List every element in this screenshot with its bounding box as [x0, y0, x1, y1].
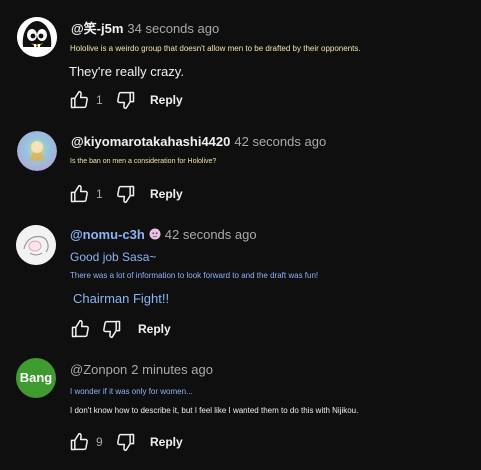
sketch-avatar-icon — [16, 225, 56, 265]
timestamp[interactable]: 42 seconds ago — [165, 227, 257, 242]
comment-text-line: Hololive is a weirdo group that doesn't … — [70, 44, 361, 53]
comment-header: @kiyomarotakahashi4420 42 seconds ago — [71, 134, 326, 149]
colorful-avatar-icon — [17, 131, 57, 171]
comment-text-line: There was a lot of information to look f… — [70, 271, 319, 280]
thumbs-down-icon[interactable] — [102, 319, 122, 339]
comment-actions: Reply — [70, 318, 171, 340]
thumbs-up-icon[interactable] — [69, 432, 89, 452]
reply-button[interactable]: Reply — [138, 322, 171, 336]
comment-header: @笑-j5m 34 seconds ago — [71, 18, 219, 37]
thumbs-up-icon[interactable] — [70, 319, 90, 339]
author-handle[interactable]: @笑-j5m — [71, 21, 123, 36]
author-handle[interactable]: @nomu-c3h — [70, 227, 145, 242]
avatar[interactable] — [17, 131, 57, 171]
like-count: 1 — [96, 93, 103, 107]
author-handle[interactable]: @Zonpon — [70, 362, 127, 377]
member-badge-icon — [149, 228, 161, 240]
like-count: 9 — [96, 435, 103, 449]
comment-actions: 9 Reply — [69, 431, 183, 453]
timestamp[interactable]: 34 seconds ago — [127, 21, 219, 36]
comment-text-line: Is the ban on men a consideration for Ho… — [70, 158, 217, 165]
timestamp[interactable]: 42 seconds ago — [234, 134, 326, 149]
reply-button[interactable]: Reply — [150, 187, 183, 201]
avatar[interactable] — [16, 225, 56, 265]
comment-text-line: Good job Sasa~ — [70, 250, 157, 264]
comment-actions: 1 Reply — [69, 89, 183, 111]
comment-header: @nomu-c3h 42 seconds ago — [70, 227, 257, 242]
thumbs-down-icon[interactable] — [116, 90, 136, 110]
comment-header: @Zonpon 2 minutes ago — [70, 362, 213, 377]
thumbs-up-icon[interactable] — [69, 184, 89, 204]
avatar[interactable] — [17, 17, 57, 57]
comment-text-line: They're really crazy. — [69, 64, 184, 79]
penguin-avatar-icon — [17, 17, 57, 57]
avatar-text: Bang — [19, 370, 53, 385]
thumbs-down-icon[interactable] — [116, 184, 136, 204]
reply-button[interactable]: Reply — [150, 93, 183, 107]
thumbs-down-icon[interactable] — [116, 432, 136, 452]
timestamp[interactable]: 2 minutes ago — [131, 362, 213, 377]
comment-actions: 1 Reply — [69, 183, 183, 205]
comment-text-line: I wonder if it was only for women... — [70, 387, 193, 396]
author-handle[interactable]: @kiyomarotakahashi4420 — [71, 134, 230, 149]
thumbs-up-icon[interactable] — [69, 90, 89, 110]
like-count: 1 — [96, 187, 103, 201]
avatar[interactable]: Bang — [16, 358, 56, 398]
comment-text-line: I don't know how to describe it, but I f… — [70, 406, 359, 415]
comment-text-line: Chairman Fight!! — [73, 291, 170, 306]
reply-button[interactable]: Reply — [150, 435, 183, 449]
